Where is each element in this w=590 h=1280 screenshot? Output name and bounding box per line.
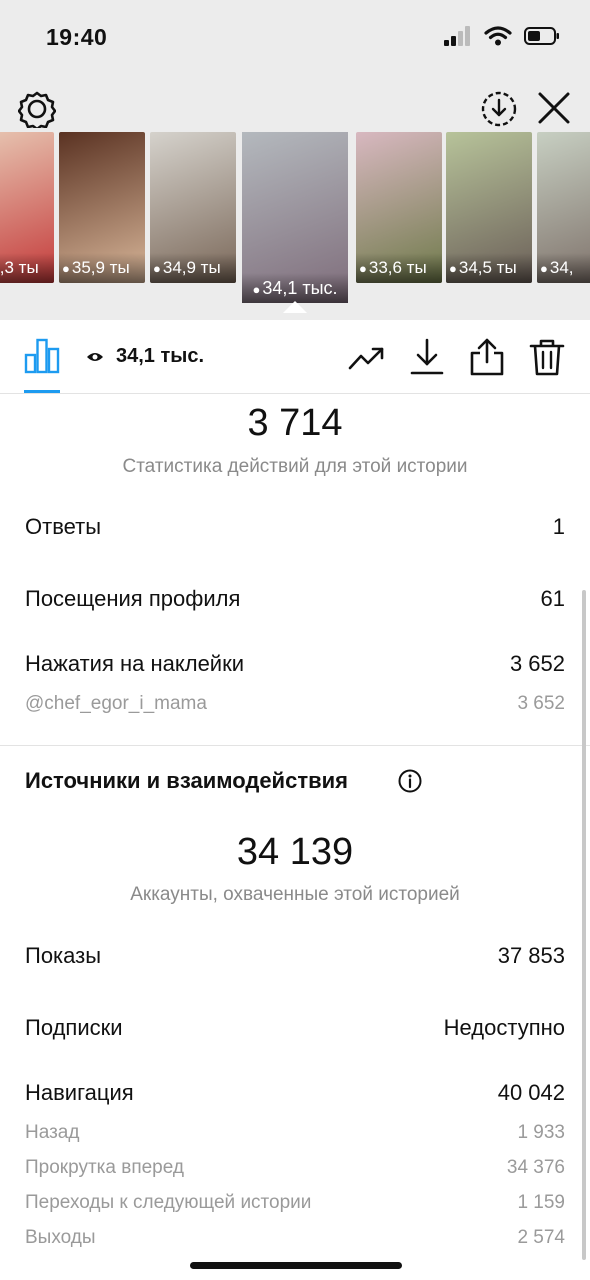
wifi-icon bbox=[484, 26, 512, 46]
thumbnail-views: 34,1 тыс. bbox=[262, 278, 338, 298]
actions-caption: Статистика действий для этой истории bbox=[122, 456, 468, 477]
scrollbar[interactable] bbox=[582, 590, 586, 1260]
share-icon[interactable] bbox=[468, 338, 506, 376]
story-thumbnail[interactable]: ●36,3 ты bbox=[0, 132, 54, 283]
views-count: 34,1 тыс. bbox=[116, 345, 205, 367]
eye-icon: ● bbox=[153, 261, 161, 276]
stat-label: Нажатия на наклейки bbox=[25, 651, 245, 676]
actions-total: 3 714 bbox=[247, 402, 343, 444]
stat-row-navigation: Навигация 40 042 bbox=[25, 1080, 565, 1106]
eye-icon bbox=[87, 353, 103, 361]
download-icon[interactable] bbox=[408, 338, 446, 376]
eye-icon: ● bbox=[62, 261, 70, 276]
status-icons bbox=[444, 26, 560, 46]
stat-label: Выходы bbox=[25, 1227, 96, 1248]
reach-total: 34 139 bbox=[236, 831, 354, 873]
settings-icon[interactable] bbox=[18, 90, 56, 128]
stat-value: Недоступно bbox=[443, 1015, 565, 1040]
stat-value: 3 652 bbox=[517, 693, 565, 714]
stat-label: @chef_egor_i_mama bbox=[25, 693, 207, 714]
stat-label: Ответы bbox=[25, 514, 102, 539]
story-thumbnail-selected[interactable]: ● 34,1 тыс. bbox=[240, 132, 350, 305]
story-thumbnail[interactable]: ● 35,9 ты bbox=[59, 132, 145, 283]
story-viewer-header: ●36,3 ты ●35,9 ты ●34,9 ты ●34,1 тыс. ●3… bbox=[0, 76, 590, 320]
cellular-signal-icon bbox=[444, 26, 470, 46]
selected-story-pointer bbox=[283, 301, 307, 313]
stat-row-replies: Ответы 1 bbox=[25, 514, 565, 540]
thumbnail-views: 33,6 ты bbox=[368, 258, 427, 277]
trend-icon[interactable] bbox=[348, 338, 386, 376]
thumbnail-views: 34, bbox=[549, 258, 574, 277]
close-icon[interactable] bbox=[536, 90, 572, 126]
thumbnail-views: 34,9 ты bbox=[162, 258, 221, 277]
stat-label: Посещения профиля bbox=[25, 586, 241, 611]
stat-subrow-forward: Прокрутка вперед 34 376 bbox=[25, 1157, 565, 1179]
story-thumbnails: ●36,3 ты ●35,9 ты ●34,9 ты ●34,1 тыс. ●3… bbox=[0, 132, 590, 312]
bar-chart-icon[interactable] bbox=[24, 338, 60, 374]
reach-caption: Аккаунты, охваченные этой историей bbox=[130, 884, 460, 905]
eye-icon: ● bbox=[540, 261, 548, 276]
trash-icon[interactable] bbox=[528, 338, 566, 376]
stat-row-impressions: Показы 37 853 bbox=[25, 943, 565, 969]
story-thumbnail[interactable]: ● 34,5 ты bbox=[446, 132, 532, 283]
active-tab-indicator bbox=[24, 390, 60, 393]
stat-value: 37 853 bbox=[497, 943, 565, 968]
status-time: 19:40 bbox=[46, 24, 108, 50]
story-thumbnail[interactable]: ● 33,6 ты bbox=[356, 132, 442, 283]
stat-value: 40 042 bbox=[497, 1080, 565, 1105]
story-thumbnail[interactable]: ● 34, bbox=[537, 132, 590, 283]
home-indicator[interactable] bbox=[190, 1262, 402, 1269]
stat-row-profile-visits: Посещения профиля 61 bbox=[25, 586, 565, 612]
section-title: Источники и взаимодействия bbox=[25, 768, 348, 793]
info-icon[interactable] bbox=[398, 769, 422, 793]
stat-subrow-mention-sticker: @chef_egor_i_mama 3 652 bbox=[25, 693, 565, 715]
eye-icon: ● bbox=[449, 261, 457, 276]
stat-value: 3 652 bbox=[509, 651, 565, 676]
stat-label: Назад bbox=[25, 1122, 80, 1143]
stat-label: Навигация bbox=[25, 1080, 134, 1105]
stat-subrow-next-story: Переходы к следующей истории 1 159 bbox=[25, 1192, 565, 1214]
stat-label: Показы bbox=[25, 943, 102, 968]
stat-row-sticker-taps: Нажатия на наклейки 3 652 bbox=[25, 651, 565, 677]
stat-row-follows: Подписки Недоступно bbox=[25, 1015, 565, 1041]
thumbnail-views: 34,5 ты bbox=[458, 258, 517, 277]
thumbnail-views: 35,9 ты bbox=[71, 258, 130, 277]
stat-value: 1 bbox=[552, 514, 565, 539]
status-bar: 19:40 bbox=[0, 0, 590, 76]
stat-label: Переходы к следующей истории bbox=[25, 1192, 312, 1213]
stat-value: 1 159 bbox=[517, 1192, 565, 1213]
download-circle-icon[interactable] bbox=[480, 90, 518, 128]
stat-value: 34 376 bbox=[506, 1157, 565, 1178]
eye-icon: ● bbox=[359, 261, 367, 276]
stat-value: 61 bbox=[540, 586, 565, 611]
battery-icon bbox=[524, 27, 559, 45]
stat-value: 1 933 bbox=[517, 1122, 565, 1143]
stat-value: 2 574 bbox=[517, 1227, 565, 1248]
stat-label: Прокрутка вперед bbox=[25, 1157, 184, 1178]
insights-tab-bar: 34,1 тыс. bbox=[0, 320, 590, 394]
stat-label: Подписки bbox=[25, 1015, 123, 1040]
thumbnail-views: 36,3 ты bbox=[0, 258, 39, 277]
stat-subrow-exits: Выходы 2 574 bbox=[25, 1227, 565, 1249]
eye-icon: ● bbox=[252, 282, 261, 297]
section-divider bbox=[0, 745, 590, 746]
stat-subrow-back: Назад 1 933 bbox=[25, 1122, 565, 1144]
story-thumbnail[interactable]: ● 34,9 ты bbox=[150, 132, 236, 283]
